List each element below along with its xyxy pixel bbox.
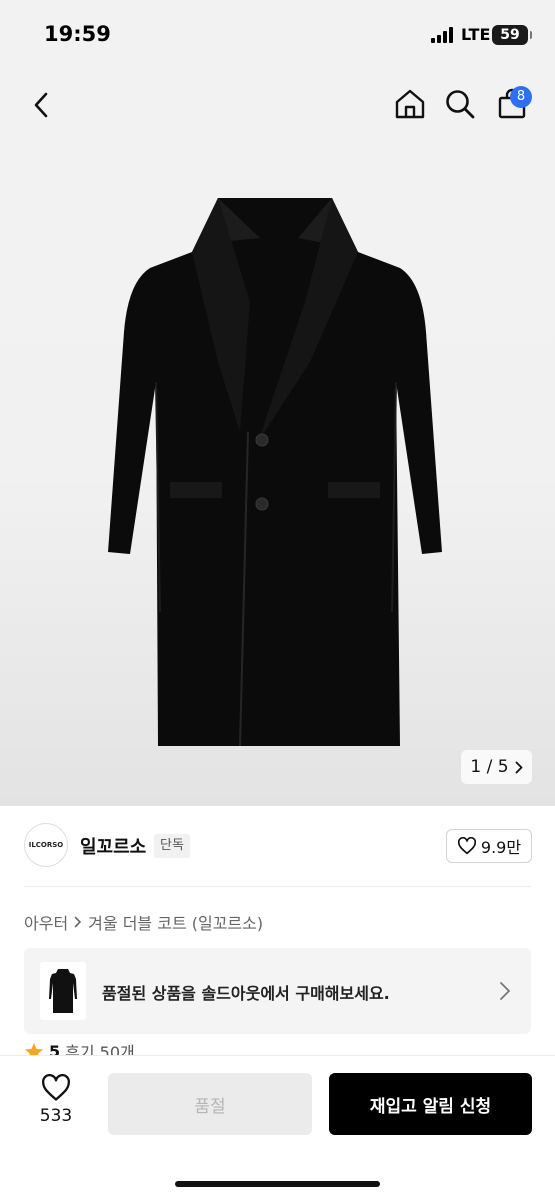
image-counter[interactable]: 1 / 5 (461, 750, 532, 784)
brand-like-count: 9.9만 (480, 838, 522, 857)
heart-icon (457, 837, 476, 855)
like-count: 533 (39, 1106, 73, 1126)
divider (24, 886, 531, 887)
soldout-banner[interactable]: 품절된 상품을 솔드아웃에서 구매해보세요. (24, 948, 531, 1034)
brand-name[interactable]: 일꼬르소 (80, 833, 146, 859)
breadcrumb-product: 겨울 더블 코트 (일꼬르소) (88, 914, 264, 933)
restock-alert-button[interactable]: 재입고 알림 신청 (329, 1073, 532, 1135)
search-button[interactable] (442, 84, 478, 124)
coat-thumbnail-icon (49, 969, 77, 1013)
back-icon (34, 92, 48, 118)
exclusive-badge: 단독 (154, 834, 190, 858)
network-label: LTE (461, 25, 491, 44)
home-button[interactable] (392, 84, 428, 124)
battery-icon: 59 (492, 25, 532, 45)
image-counter-text: 1 / 5 (470, 757, 509, 777)
battery-level: 59 (500, 27, 520, 43)
product-gallery[interactable]: 8 1 / 5 (0, 70, 555, 806)
home-icon (395, 89, 425, 119)
home-indicator[interactable] (175, 1181, 380, 1187)
brand-like-button[interactable]: 9.9만 (446, 829, 532, 863)
product-image[interactable] (100, 182, 450, 762)
breadcrumb: 아우터 겨울 더블 코트 (일꼬르소) (24, 910, 263, 934)
banner-text: 품절된 상품을 솔드아웃에서 구매해보세요. (102, 984, 390, 1003)
chevron-right-icon (74, 916, 82, 928)
search-icon (446, 90, 475, 119)
heart-icon (42, 1074, 70, 1101)
banner-thumbnail (40, 962, 86, 1020)
soldout-button[interactable]: 품절 (108, 1073, 312, 1135)
chevron-right-icon (500, 982, 510, 1000)
breadcrumb-category[interactable]: 아우터 (24, 910, 68, 934)
signal-icon (431, 27, 455, 43)
brand-logo[interactable]: ILCORSO (24, 823, 68, 867)
brand-logo-text: ILCORSO (28, 841, 64, 849)
status-time: 19:59 (44, 22, 111, 46)
like-button[interactable]: 533 (26, 1074, 86, 1134)
cart-count-badge: 8 (510, 86, 532, 108)
status-bar: 19:59 LTE 59 (0, 0, 555, 70)
back-button[interactable] (28, 90, 54, 120)
chevron-right-icon (515, 761, 522, 773)
bottom-action-bar: 533 품절 재입고 알림 신청 (0, 1055, 555, 1200)
